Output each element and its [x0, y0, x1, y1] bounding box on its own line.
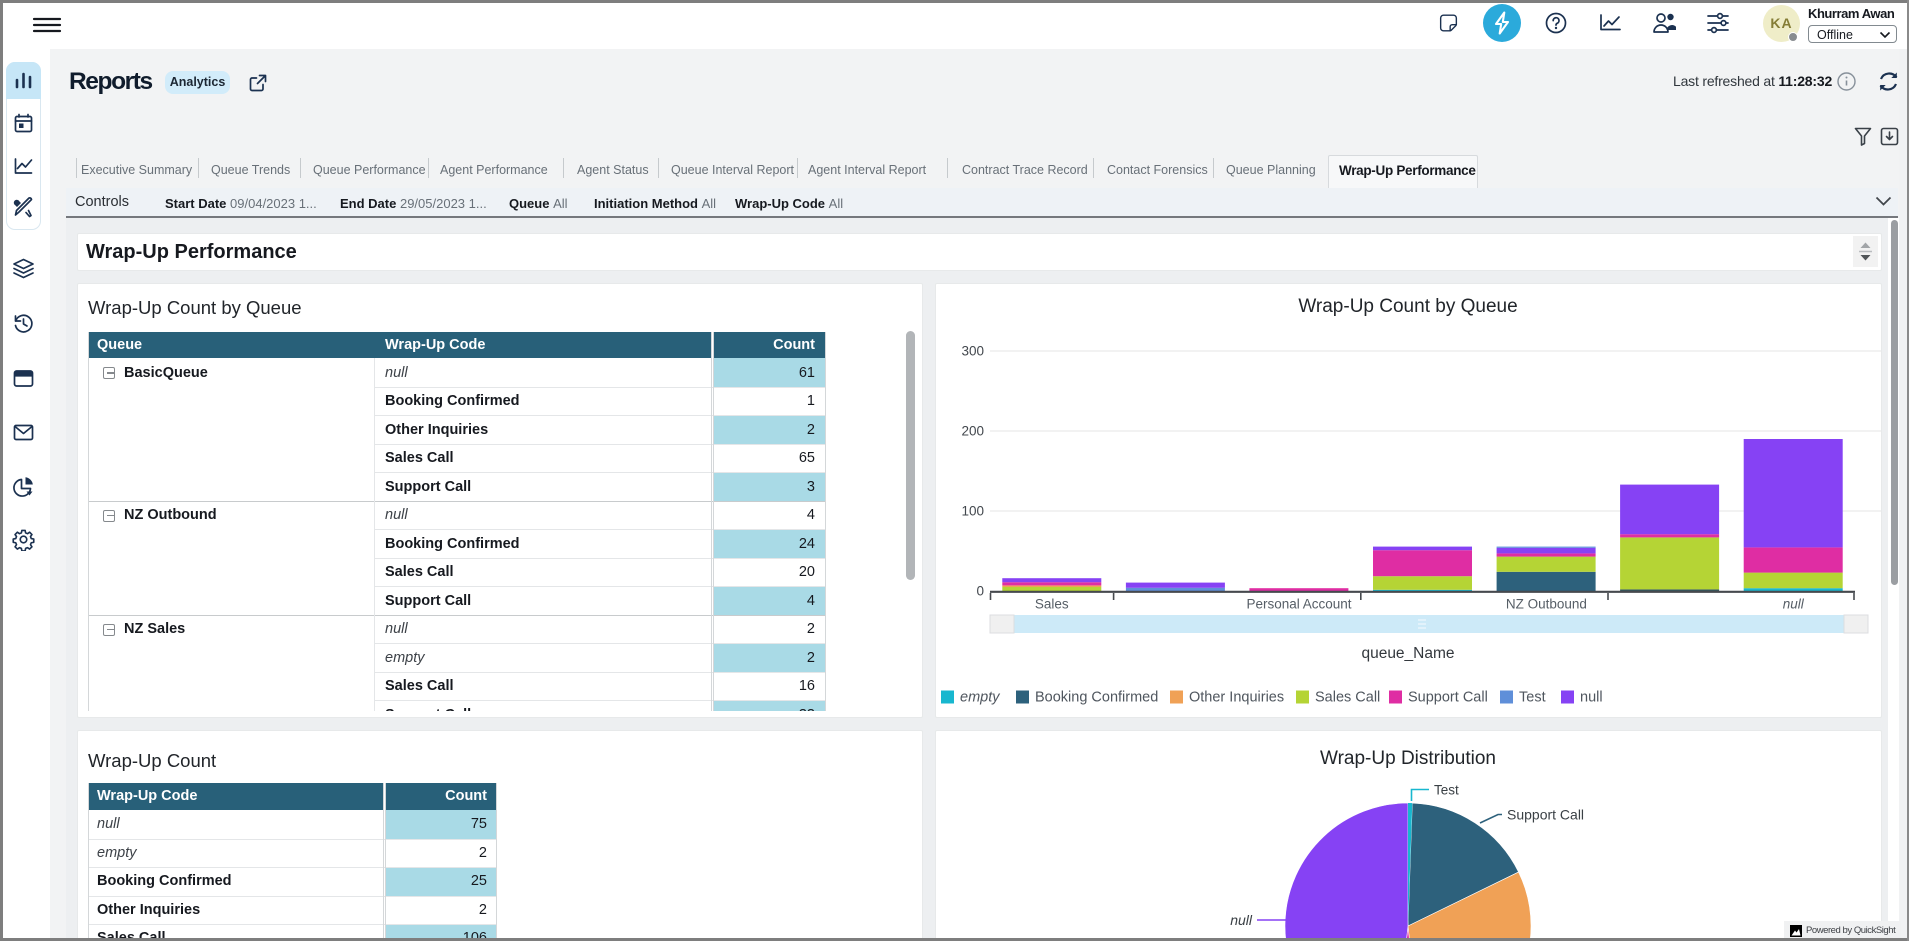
svg-text:300: 300 [961, 344, 984, 359]
svg-text:Support Call: Support Call [1408, 690, 1488, 706]
svg-text:Other Inquiries: Other Inquiries [1189, 690, 1284, 706]
svg-text:NZ Outbound: NZ Outbound [1506, 597, 1587, 612]
svg-text:null: null [1783, 597, 1805, 612]
svg-text:null: null [1230, 912, 1253, 928]
svg-text:null: null [1580, 690, 1603, 706]
svg-text:Wrap-Up Count by Queue: Wrap-Up Count by Queue [1298, 296, 1517, 317]
svg-text:Wrap-Up Distribution: Wrap-Up Distribution [1320, 748, 1496, 769]
svg-text:Personal Account: Personal Account [1246, 597, 1351, 612]
svg-text:queue_Name: queue_Name [1361, 645, 1454, 662]
svg-text:200: 200 [961, 424, 984, 439]
svg-text:Support Call: Support Call [1507, 807, 1584, 823]
svg-text:100: 100 [961, 504, 984, 519]
svg-text:Test: Test [1519, 690, 1546, 706]
svg-text:Booking Confirmed: Booking Confirmed [1035, 690, 1158, 706]
svg-text:Test: Test [1434, 783, 1459, 798]
svg-text:Sales Call: Sales Call [1315, 690, 1380, 706]
svg-text:empty: empty [960, 690, 1000, 706]
svg-text:Sales: Sales [1035, 597, 1069, 612]
svg-text:0: 0 [976, 584, 984, 599]
